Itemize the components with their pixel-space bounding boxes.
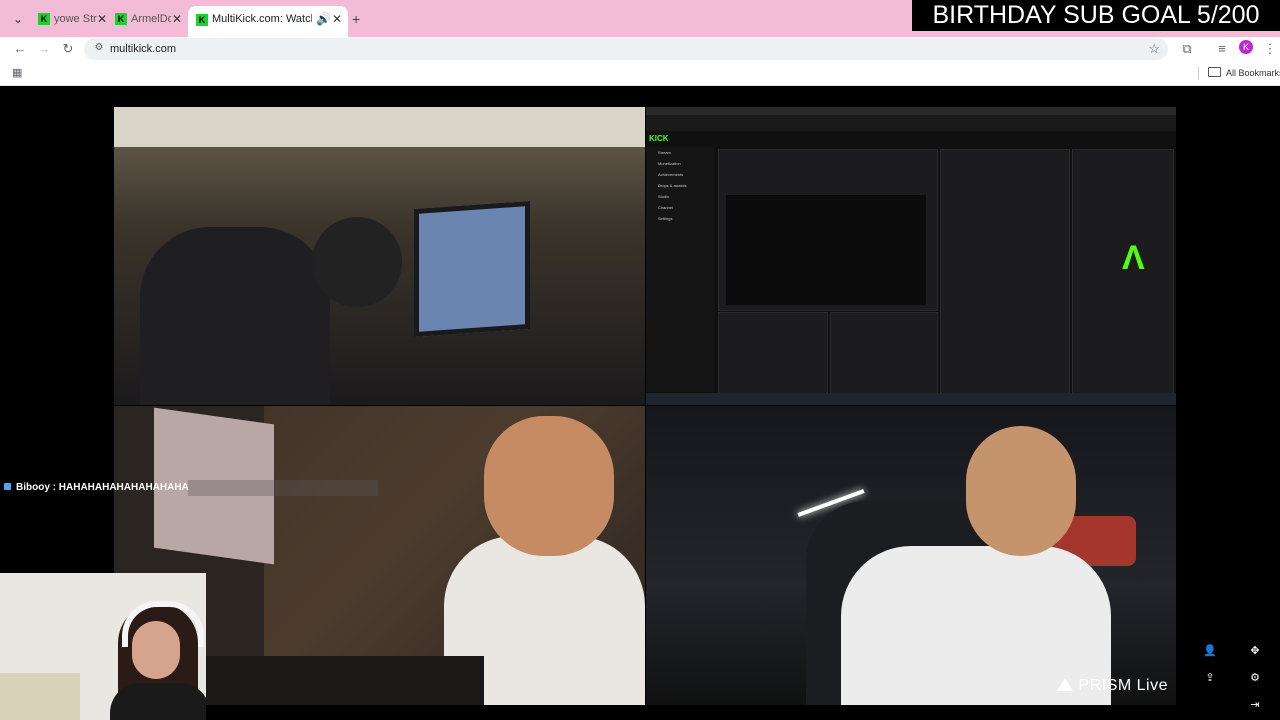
close-icon[interactable]: ✕ <box>97 8 107 31</box>
site-info-icon[interactable]: ⚙ <box>92 41 106 55</box>
sidebar-item: Achievements <box>658 172 684 177</box>
move-icon[interactable]: ✥ <box>1248 644 1262 658</box>
browser-strip <box>646 107 1176 115</box>
stream-grid: KICK Stream Monetization Achievements Dr… <box>114 107 1176 705</box>
prism-logo-icon <box>1056 678 1073 691</box>
player-head <box>312 217 402 307</box>
person-face <box>966 426 1076 556</box>
tab-title: MultiKick.com: Watch Multi <box>212 13 312 25</box>
divider <box>1198 67 1199 80</box>
add-user-icon[interactable]: 👤 <box>1203 644 1217 658</box>
settings-icon[interactable]: ⚙ <box>1248 671 1262 685</box>
stream-preview <box>726 195 926 305</box>
streamer-webcam <box>0 573 206 720</box>
chat-panel <box>940 149 1070 394</box>
close-icon[interactable]: ✕ <box>172 8 182 31</box>
sub-goal-overlay: BIRTHDAY SUB GOAL 5/200 <box>912 0 1280 31</box>
ceiling <box>114 107 645 147</box>
sub-badge-icon <box>4 483 11 490</box>
profile-avatar[interactable]: K <box>1239 40 1253 54</box>
monitor <box>414 200 530 338</box>
kick-favicon-icon: K <box>115 13 127 25</box>
tab-multikick[interactable]: K MultiKick.com: Watch Multi 🔊 ✕ <box>188 6 348 37</box>
back-icon[interactable]: ← <box>10 39 30 59</box>
kick-favicon-icon: K <box>38 13 50 25</box>
dashboard-nav <box>646 115 1176 131</box>
bookmark-star-icon[interactable]: ☆ <box>1148 38 1160 60</box>
chat-separator: : <box>49 482 59 493</box>
activity-panel <box>718 312 828 394</box>
taskbar <box>646 393 1176 405</box>
tab-armeldo[interactable]: K ArmelDo ✕ <box>115 8 185 31</box>
sidebar-item: Studio <box>658 194 670 199</box>
url-text: multikick.com <box>110 43 177 55</box>
kick-logo: KICK <box>649 134 669 143</box>
exit-icon[interactable]: ⇥ <box>1248 698 1262 712</box>
address-bar[interactable]: ⚙ multikick.com ☆ <box>84 38 1168 60</box>
kick-k-icon: Λ <box>1122 239 1145 277</box>
media-icon[interactable]: ≡ <box>1212 39 1232 59</box>
tab-yowe[interactable]: K yowe Str ✕ <box>38 8 108 31</box>
stream-player-2[interactable]: KICK Stream Monetization Achievements Dr… <box>646 107 1176 405</box>
pillow <box>0 673 80 720</box>
close-icon[interactable]: ✕ <box>332 6 342 33</box>
prism-live-watermark: PRISM Live <box>1056 677 1168 695</box>
tab-search-icon[interactable]: ⌄ <box>8 11 28 27</box>
watermark-text: PRISM Live <box>1078 677 1168 694</box>
tab-title: ArmelDo <box>131 13 171 25</box>
sidebar-item: Drops & awards <box>658 183 687 188</box>
browser-toolbar: ← → ↻ ⚙ multikick.com ☆ ⧉ ≡ ⋮ <box>0 37 1280 61</box>
mod-panel <box>830 312 938 394</box>
headphones-icon <box>122 601 204 647</box>
reload-icon[interactable]: ↻ <box>58 39 78 59</box>
dashboard-sidebar: Stream Monetization Achievements Drops &… <box>646 147 714 392</box>
stream-player-4[interactable]: PRISM Live <box>646 406 1176 705</box>
chat-text: HAHAHAHAHAHAHAHAHA <box>58 482 189 493</box>
person-face <box>484 416 614 556</box>
extensions-icon[interactable]: ⧉ <box>1177 39 1197 59</box>
streamer-body <box>110 683 206 720</box>
chat-message: Bibooy : HAHAHAHAHAHAHAHAHA <box>4 481 189 495</box>
bookmarks-bar: ▦ All Bookmarks <box>0 61 1280 86</box>
new-tab-button[interactable]: + <box>352 11 360 27</box>
forward-icon[interactable]: → <box>34 39 54 59</box>
speaker-icon[interactable]: 🔊 <box>316 6 331 33</box>
chat-backdrop <box>188 480 378 496</box>
all-bookmarks-button[interactable]: All Bookmarks <box>1208 61 1280 85</box>
desk <box>184 656 484 705</box>
sidebar-item: Monetization <box>658 161 681 166</box>
chat-username: Bibooy <box>16 482 50 493</box>
stream-player-1[interactable] <box>114 107 645 405</box>
menu-icon[interactable]: ⋮ <box>1260 39 1280 59</box>
apps-icon[interactable]: ▦ <box>12 67 24 79</box>
all-bookmarks-label: All Bookmarks <box>1226 68 1280 78</box>
sidebar-item: Settings <box>658 216 673 221</box>
kick-favicon-icon: K <box>196 14 208 26</box>
folder-icon <box>1208 67 1221 77</box>
sidebar-item: Stream <box>658 150 671 155</box>
sidebar-item: Channel <box>658 205 673 210</box>
gaming-chair <box>140 227 330 405</box>
share-icon[interactable]: ⇪ <box>1203 671 1217 685</box>
